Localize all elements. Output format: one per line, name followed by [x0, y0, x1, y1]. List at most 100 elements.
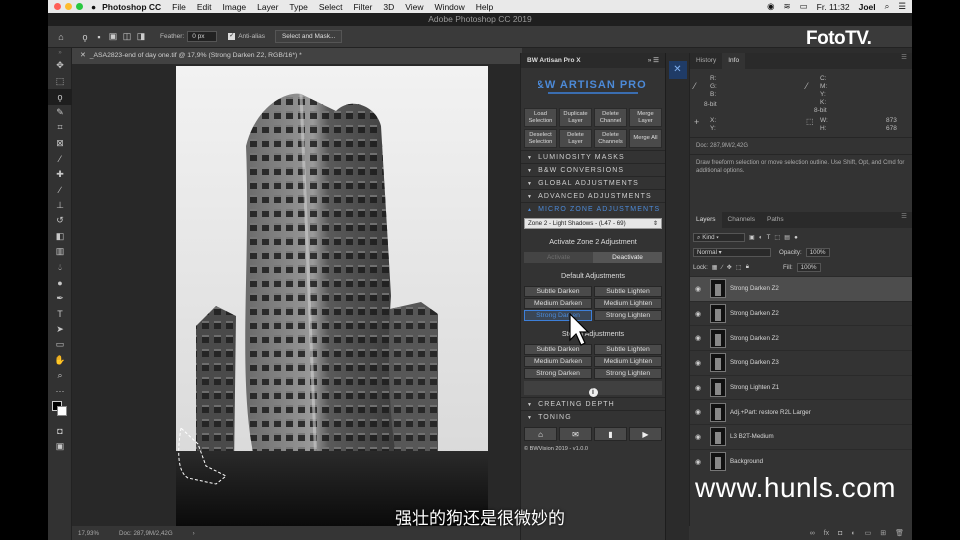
tab-history[interactable]: History — [690, 53, 722, 69]
eraser-tool-icon[interactable]: ◧ — [48, 229, 72, 245]
book-icon[interactable]: ▮ — [594, 427, 627, 441]
quick-select-tool-icon[interactable]: ✎ — [48, 105, 72, 121]
rectangle-tool-icon[interactable]: ▭ — [48, 337, 72, 353]
record-icon[interactable]: ◉ — [767, 1, 774, 12]
clock[interactable]: Fr. 11:32 — [817, 2, 850, 12]
default-medium-darken-button[interactable]: Medium Darken — [524, 298, 592, 309]
delete-channel-button[interactable]: Delete Channel — [594, 108, 627, 127]
menu-image[interactable]: Image — [223, 2, 247, 12]
wifi-icon[interactable]: ≋ — [784, 1, 791, 12]
layer-style-icon[interactable]: fx — [824, 530, 829, 537]
visibility-eye-icon[interactable]: ◉ — [690, 334, 706, 342]
stored-medium-lighten-button[interactable]: Medium Lighten — [594, 356, 662, 367]
menu-filter[interactable]: Filter — [353, 2, 372, 12]
new-selection-icon[interactable]: ▪ — [92, 30, 106, 44]
filter-adjust-icon[interactable]: ◐ — [759, 234, 763, 241]
color-swatches[interactable] — [48, 399, 72, 423]
lock-artboard-icon[interactable]: ⬚ — [736, 264, 742, 271]
minimize-window-button[interactable] — [65, 3, 72, 10]
tab-info[interactable]: Info — [722, 53, 746, 69]
visibility-eye-icon[interactable]: ◉ — [690, 359, 706, 367]
link-layers-icon[interactable]: ∞ — [810, 530, 815, 537]
zone-select[interactable]: Zone 2 - Light Shadows - (L47 - 69) ⇕ — [524, 218, 662, 229]
tab-paths[interactable]: Paths — [761, 212, 790, 228]
move-tool-icon[interactable]: ✥ — [48, 58, 72, 74]
load-selection-button[interactable]: Load Selection — [524, 108, 557, 127]
fill-input[interactable]: 100% — [796, 262, 821, 272]
dodge-tool-icon[interactable]: ● — [48, 275, 72, 291]
frame-tool-icon[interactable]: ⊠ — [48, 136, 72, 152]
section-global-adjustments[interactable]: ▼ GLOBAL ADJUSTMENTS — [521, 176, 665, 189]
home-icon[interactable]: ⌂ — [524, 427, 557, 441]
new-group-icon[interactable]: ▭ — [865, 529, 872, 537]
menu-type[interactable]: Type — [289, 2, 307, 12]
intersect-selection-icon[interactable]: ◨ — [134, 30, 148, 44]
merge-layer-button[interactable]: Merge Layer — [629, 108, 662, 127]
lock-move-icon[interactable]: ✥ — [727, 264, 732, 271]
visibility-eye-icon[interactable]: ◉ — [690, 458, 706, 466]
layer-row[interactable]: ◉ L3 B2T-Medium — [690, 424, 912, 449]
close-window-button[interactable] — [54, 3, 61, 10]
layer-row[interactable]: ◉ Strong Lighten Z1 — [690, 374, 912, 400]
visibility-eye-icon[interactable]: ◉ — [690, 384, 706, 392]
zoom-tool-icon[interactable]: ⌕ — [48, 368, 72, 384]
menu-list-icon[interactable]: ☰ — [898, 1, 906, 12]
duplicate-layer-button[interactable]: Duplicate Layer — [559, 108, 592, 127]
new-layer-icon[interactable]: ⊞ — [880, 529, 886, 537]
section-luminosity-masks[interactable]: ▼ LUMINOSITY MASKS — [521, 150, 665, 163]
plugin-panel-icon[interactable]: ✕ — [668, 61, 687, 79]
menu-help[interactable]: Help — [476, 2, 493, 12]
pen-tool-icon[interactable]: ✒ — [48, 291, 72, 307]
stored-subtle-lighten-button[interactable]: Subtle Lighten — [594, 344, 662, 355]
healing-brush-icon[interactable]: ✚ — [48, 167, 72, 183]
lasso-tool-preset-icon[interactable]: ϙ — [78, 30, 92, 44]
hand-tool-icon[interactable]: ✋ — [48, 353, 72, 369]
deselect-selection-button[interactable]: Deselect Selection — [524, 129, 557, 148]
feather-input[interactable]: 0 px — [187, 31, 218, 42]
background-color-swatch[interactable] — [57, 406, 67, 416]
path-select-icon[interactable]: ➤ — [48, 322, 72, 338]
menu-select[interactable]: Select — [319, 2, 343, 12]
panel-menu-icon[interactable]: » ☰ — [648, 53, 659, 68]
activate-button[interactable]: Activate — [524, 252, 593, 263]
menu-app[interactable]: Photoshop CC — [102, 2, 161, 12]
stored-strong-darken-button[interactable]: Strong Darken — [524, 368, 592, 379]
battery-icon[interactable]: ▭ — [800, 1, 808, 12]
delete-channels-button[interactable]: Delete Channels — [594, 129, 627, 148]
section-bw-conversions[interactable]: ▼ B&W CONVERSIONS — [521, 163, 665, 176]
blend-mode-select[interactable]: Normal ▾ — [693, 247, 771, 257]
eyedropper-tool-icon[interactable]: ⁄ — [48, 151, 72, 167]
canvas-photo[interactable] — [176, 66, 488, 526]
user-name[interactable]: Joel — [859, 2, 876, 12]
document-tab[interactable]: ✕ _ASA2823-end of day one.tif @ 17,9% (St… — [72, 48, 522, 64]
merge-all-button[interactable]: Merge All — [629, 129, 662, 148]
type-tool-icon[interactable]: T — [48, 306, 72, 322]
visibility-eye-icon[interactable]: ◉ — [690, 433, 706, 441]
add-selection-icon[interactable]: ▣ — [106, 30, 120, 44]
apple-icon[interactable]: ● — [91, 2, 96, 12]
filter-shape-icon[interactable]: ⬚ — [774, 234, 780, 241]
filter-smart-icon[interactable]: ▤ — [784, 234, 790, 241]
lock-pixels-icon[interactable]: ▦ — [712, 264, 718, 271]
lock-all-icon[interactable]: 🔒︎ — [746, 263, 749, 271]
section-creating-depth[interactable]: ▼ CREATING DEPTH — [521, 397, 665, 410]
status-arrow-icon[interactable]: › — [193, 530, 195, 537]
layer-row[interactable]: ◉ Strong Darken Z3 — [690, 350, 912, 375]
filter-pixel-icon[interactable]: ▣ — [749, 234, 755, 241]
select-and-mask-button[interactable]: Select and Mask... — [274, 30, 343, 43]
delete-layer-button[interactable]: Delete Layer — [559, 129, 592, 148]
menu-view[interactable]: View — [405, 2, 423, 12]
more-tools-icon[interactable]: ··· — [48, 384, 72, 400]
add-mask-icon[interactable]: ◘ — [838, 530, 842, 537]
menu-window[interactable]: Window — [435, 2, 465, 12]
deactivate-button[interactable]: Deactivate — [593, 252, 662, 263]
lasso-tool-icon[interactable]: ϙ — [48, 89, 72, 105]
screen-mode-icon[interactable]: ▣ — [48, 439, 72, 455]
blur-tool-icon[interactable]: 💧︎ — [48, 260, 72, 276]
layer-row[interactable]: ◉ Strong Darken Z2 — [690, 276, 912, 301]
menu-layer[interactable]: Layer — [257, 2, 278, 12]
quick-mask-icon[interactable]: ◘ — [48, 423, 72, 439]
tab-channels[interactable]: Channels — [722, 212, 761, 228]
layer-row[interactable]: ◉ Adj.+Part: restore R2L Larger — [690, 399, 912, 424]
stored-medium-darken-button[interactable]: Medium Darken — [524, 356, 592, 367]
